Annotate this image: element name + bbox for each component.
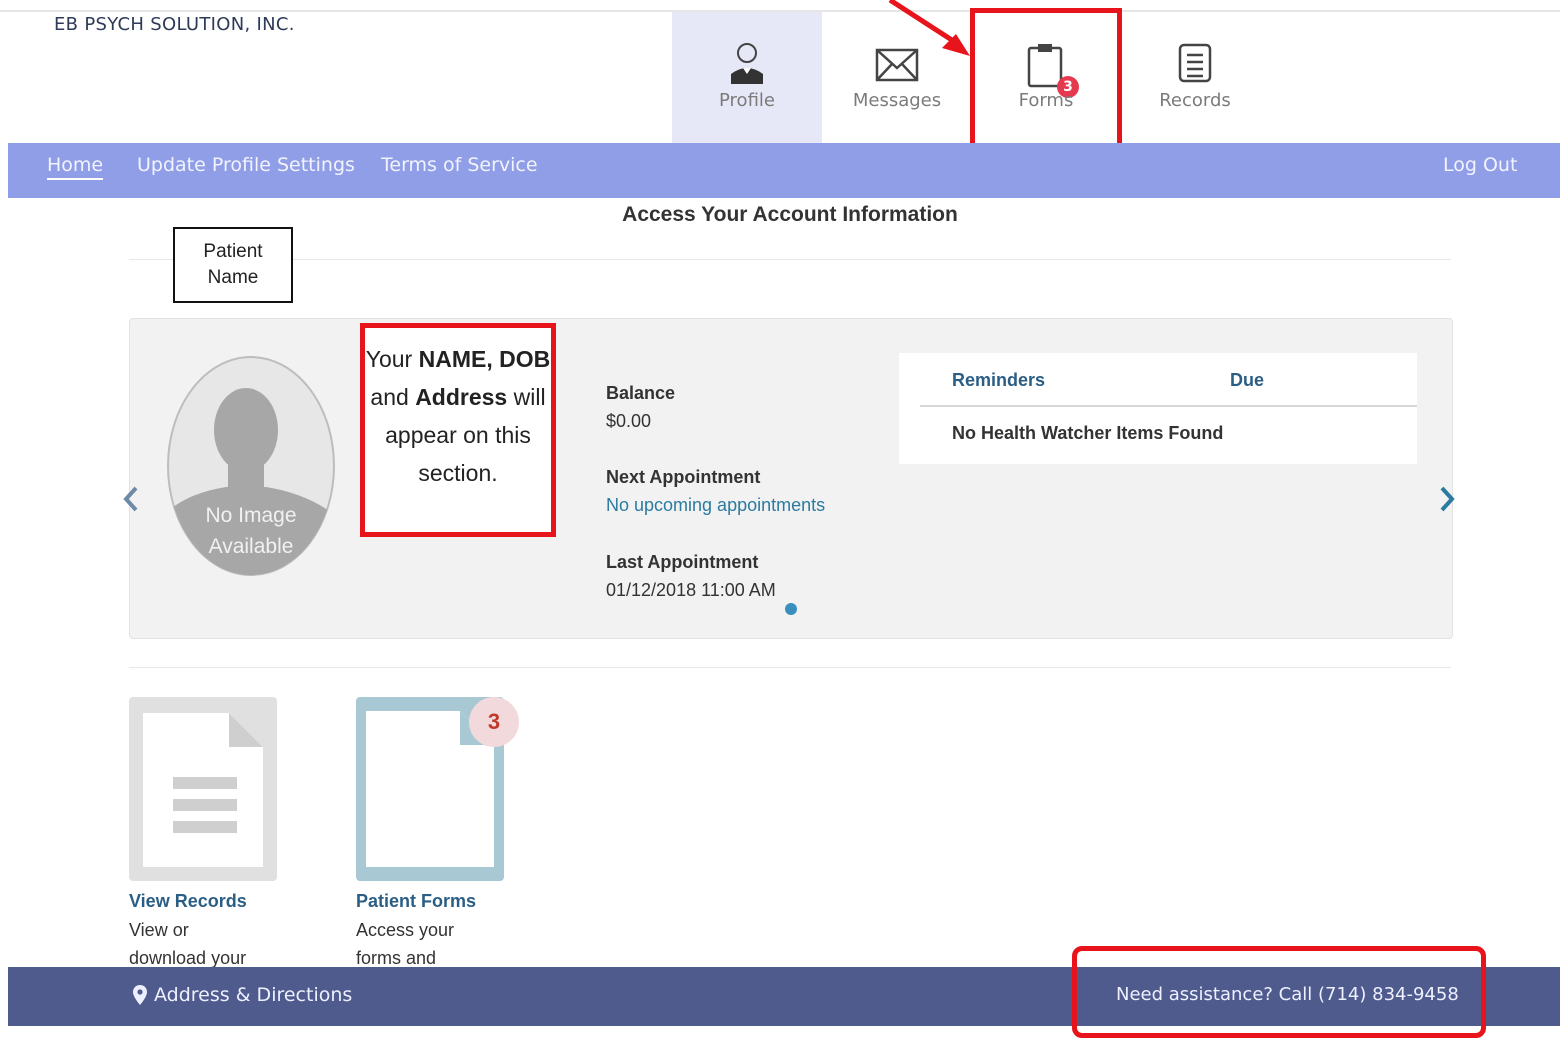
carousel-next-icon[interactable]	[1438, 486, 1456, 512]
tab-records-label: Records	[1159, 90, 1231, 111]
callout-text-dob: DOB	[499, 346, 551, 372]
reminders-divider	[920, 405, 1417, 407]
last-appointment-value: 01/12/2018 11:00 AM	[606, 580, 776, 600]
view-records-tile[interactable]	[129, 697, 277, 881]
last-appointment-label: Last Appointment	[606, 552, 759, 572]
records-document-icon	[143, 713, 263, 867]
callout-text-name: NAME,	[418, 346, 493, 372]
logout-link[interactable]: Log Out	[1443, 154, 1517, 176]
callout-arrow-icon	[888, 0, 970, 56]
due-header: Due	[1230, 370, 1265, 390]
reminders-header: Reminders	[952, 370, 1046, 390]
tab-profile-label: Profile	[719, 90, 775, 111]
avatar: No Image Available	[166, 355, 336, 577]
assistance-callout-box	[1072, 946, 1486, 1038]
page-title: Access Your Account Information	[622, 203, 958, 226]
carousel-prev-icon[interactable]	[122, 486, 140, 512]
nav-home[interactable]: Home	[47, 154, 104, 180]
top-border	[0, 0, 1560, 12]
patient-name-callout: Patient Name	[173, 227, 293, 303]
carousel-dot[interactable]	[785, 603, 797, 615]
callout-text-and: and	[370, 384, 416, 410]
forms-callout-box	[970, 8, 1122, 154]
patient-forms-badge: 3	[469, 697, 519, 747]
next-appointment-value[interactable]: No upcoming appointments	[606, 495, 825, 516]
callout-text-1: Your	[365, 346, 419, 372]
no-image-text: No Image Available	[205, 504, 297, 558]
document-list-icon	[1178, 43, 1212, 83]
nav-terms-of-service[interactable]: Terms of Service	[381, 154, 538, 176]
brand-name: EB PSYCH SOLUTION, INC.	[54, 14, 295, 35]
nav-update-profile-settings[interactable]: Update Profile Settings	[137, 154, 355, 176]
divider-lower	[129, 667, 1451, 668]
address-directions-link[interactable]: Address & Directions	[154, 984, 352, 1006]
patient-forms-desc-1: Access your	[356, 920, 455, 940]
profile-icon	[731, 43, 763, 84]
callout-text-address: Address	[415, 384, 508, 410]
patient-name-callout-text: Patient Name	[203, 241, 263, 288]
balance-value: $0.00	[606, 411, 652, 431]
view-records-title[interactable]: View Records	[129, 891, 247, 912]
map-pin-icon	[133, 985, 147, 1005]
reminders-empty-text: No Health Watcher Items Found	[952, 423, 1224, 443]
info-callout-box: Your NAME, DOB and Address will appear o…	[360, 323, 556, 537]
balance-label: Balance	[606, 383, 676, 403]
next-appointment-label: Next Appointment	[606, 467, 761, 487]
view-records-desc-1: View or	[129, 920, 189, 940]
tab-messages-label: Messages	[852, 90, 942, 111]
tab-profile[interactable]: Profile	[672, 12, 822, 143]
patient-forms-title[interactable]: Patient Forms	[356, 891, 476, 912]
tab-records[interactable]: Records	[1120, 12, 1270, 143]
divider	[129, 259, 1451, 260]
